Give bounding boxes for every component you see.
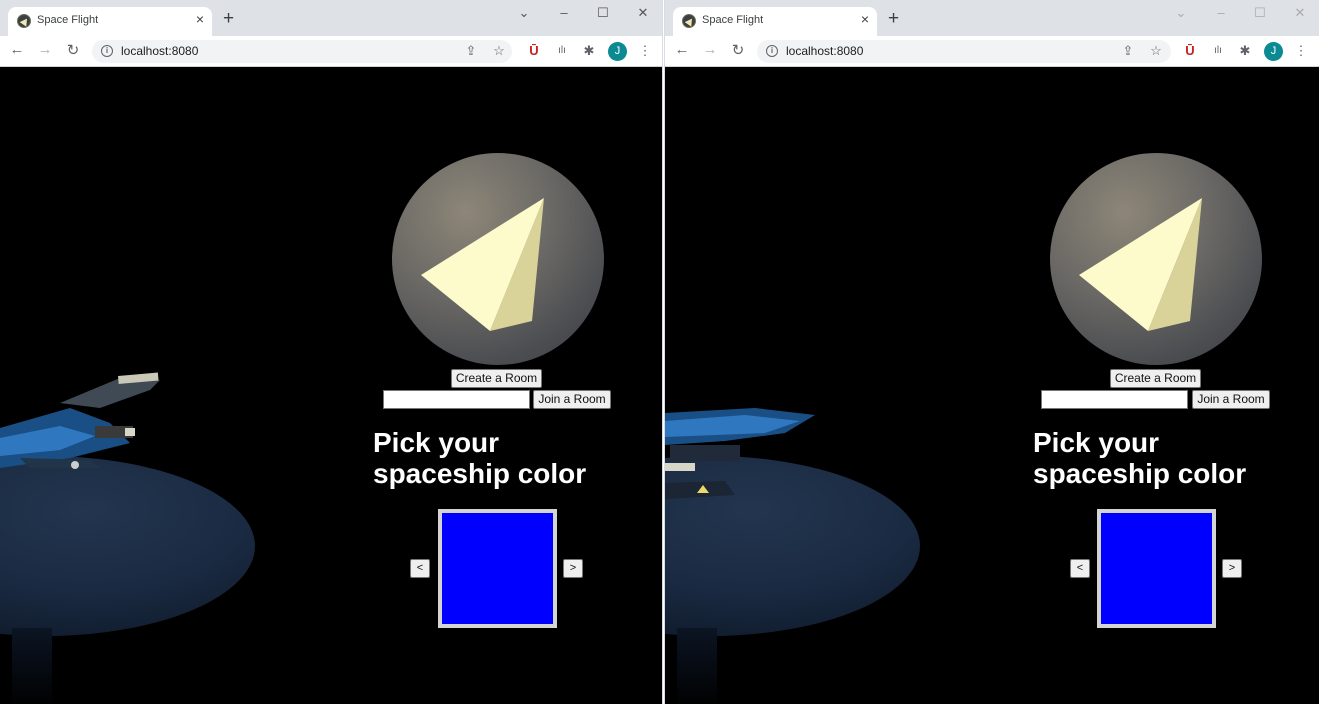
room-code-input[interactable] bbox=[1041, 390, 1188, 409]
forward-icon[interactable]: → bbox=[35, 41, 55, 58]
browser-window-right: Space Flight × + ⌄ – ☐ ✕ ← → ↻ i localho… bbox=[665, 0, 1319, 704]
spaceship-model bbox=[665, 408, 815, 499]
previous-color-button[interactable]: < bbox=[1070, 559, 1090, 578]
platform-pillar bbox=[677, 628, 717, 704]
new-tab-icon[interactable]: + bbox=[888, 9, 899, 28]
color-swatch bbox=[438, 509, 557, 628]
browser-toolbar: ← → ↻ i localhost:8080 ⇪ ☆ Ū ılı ✱ J ⋮ bbox=[0, 36, 662, 67]
forward-icon[interactable]: → bbox=[700, 41, 720, 58]
game-logo bbox=[392, 153, 604, 365]
tab-search-chevron-icon[interactable]: ⌄ bbox=[1171, 5, 1191, 21]
profile-avatar[interactable]: J bbox=[608, 42, 627, 61]
url-text: localhost:8080 bbox=[121, 44, 199, 58]
extension-bars-icon[interactable]: ılı bbox=[1209, 43, 1227, 59]
url-text: localhost:8080 bbox=[786, 44, 864, 58]
window-close-icon[interactable]: ✕ bbox=[633, 5, 653, 21]
tab-close-icon[interactable]: × bbox=[861, 11, 869, 27]
tab-close-icon[interactable]: × bbox=[196, 11, 204, 27]
platform-pillar bbox=[12, 628, 52, 704]
bookmark-star-icon[interactable]: ☆ bbox=[490, 43, 508, 59]
menu-icon[interactable]: ⋮ bbox=[1292, 43, 1310, 59]
address-bar[interactable]: i localhost:8080 ⇪ ☆ bbox=[92, 40, 512, 63]
extension-bars-icon[interactable]: ılı bbox=[553, 43, 571, 59]
minimize-icon[interactable]: – bbox=[554, 5, 574, 20]
share-icon[interactable]: ⇪ bbox=[462, 43, 480, 59]
maximize-icon[interactable]: ☐ bbox=[1250, 5, 1270, 21]
minimize-icon[interactable]: – bbox=[1211, 5, 1231, 20]
game-viewport: Create a Room Join a Room Pick your spac… bbox=[0, 68, 662, 704]
window-close-icon[interactable]: ✕ bbox=[1290, 5, 1310, 21]
maximize-icon[interactable]: ☐ bbox=[593, 5, 613, 21]
previous-color-button[interactable]: < bbox=[410, 559, 430, 578]
game-logo bbox=[1050, 153, 1262, 365]
tab-title: Space Flight bbox=[37, 14, 99, 26]
profile-avatar[interactable]: J bbox=[1264, 42, 1283, 61]
menu-icon[interactable]: ⋮ bbox=[636, 43, 654, 59]
extension-red-icon[interactable]: Ū bbox=[1181, 43, 1199, 59]
site-info-icon[interactable]: i bbox=[766, 45, 778, 57]
join-room-button[interactable]: Join a Room bbox=[533, 390, 611, 409]
color-picker-heading: Pick your spaceship color bbox=[373, 427, 586, 489]
color-swatch bbox=[1097, 509, 1216, 628]
app-favicon-icon bbox=[17, 14, 31, 28]
browser-toolbar: ← → ↻ i localhost:8080 ⇪ ☆ Ū ılı ✱ J ⋮ bbox=[665, 36, 1319, 67]
next-color-button[interactable]: > bbox=[563, 559, 583, 578]
tab-title: Space Flight bbox=[702, 14, 764, 26]
extension-red-icon[interactable]: Ū bbox=[525, 43, 543, 59]
next-color-button[interactable]: > bbox=[1222, 559, 1242, 578]
back-icon[interactable]: ← bbox=[7, 41, 27, 58]
reload-icon[interactable]: ↻ bbox=[63, 41, 83, 59]
room-code-input[interactable] bbox=[383, 390, 530, 409]
browser-window-left: Space Flight × + ⌄ – ☐ ✕ ← → ↻ i localho… bbox=[0, 0, 662, 704]
color-picker-heading: Pick your spaceship color bbox=[1033, 427, 1246, 489]
heading-line-2: spaceship color bbox=[1033, 458, 1247, 489]
bookmark-star-icon[interactable]: ☆ bbox=[1147, 43, 1165, 59]
create-room-button[interactable]: Create a Room bbox=[451, 369, 542, 388]
heading-line-2: spaceship color bbox=[373, 458, 587, 489]
new-tab-icon[interactable]: + bbox=[223, 9, 234, 28]
tab-space-flight[interactable]: Space Flight × bbox=[673, 7, 877, 36]
heading-line-1: Pick your bbox=[373, 427, 500, 458]
back-icon[interactable]: ← bbox=[672, 41, 692, 58]
tab-strip: Space Flight × + ⌄ – ☐ ✕ bbox=[0, 0, 662, 36]
share-icon[interactable]: ⇪ bbox=[1119, 43, 1137, 59]
app-favicon-icon bbox=[682, 14, 696, 28]
tab-strip: Space Flight × + ⌄ – ☐ ✕ bbox=[665, 0, 1319, 36]
create-room-button[interactable]: Create a Room bbox=[1110, 369, 1201, 388]
extensions-puzzle-icon[interactable]: ✱ bbox=[580, 43, 598, 59]
spaceship-model bbox=[0, 372, 160, 469]
tab-space-flight[interactable]: Space Flight × bbox=[8, 7, 212, 36]
join-room-button[interactable]: Join a Room bbox=[1192, 390, 1270, 409]
address-bar[interactable]: i localhost:8080 ⇪ ☆ bbox=[757, 40, 1171, 63]
tab-search-chevron-icon[interactable]: ⌄ bbox=[514, 5, 534, 21]
extensions-puzzle-icon[interactable]: ✱ bbox=[1236, 43, 1254, 59]
reload-icon[interactable]: ↻ bbox=[728, 41, 748, 59]
site-info-icon[interactable]: i bbox=[101, 45, 113, 57]
game-viewport: Create a Room Join a Room Pick your spac… bbox=[665, 68, 1319, 704]
heading-line-1: Pick your bbox=[1033, 427, 1160, 458]
